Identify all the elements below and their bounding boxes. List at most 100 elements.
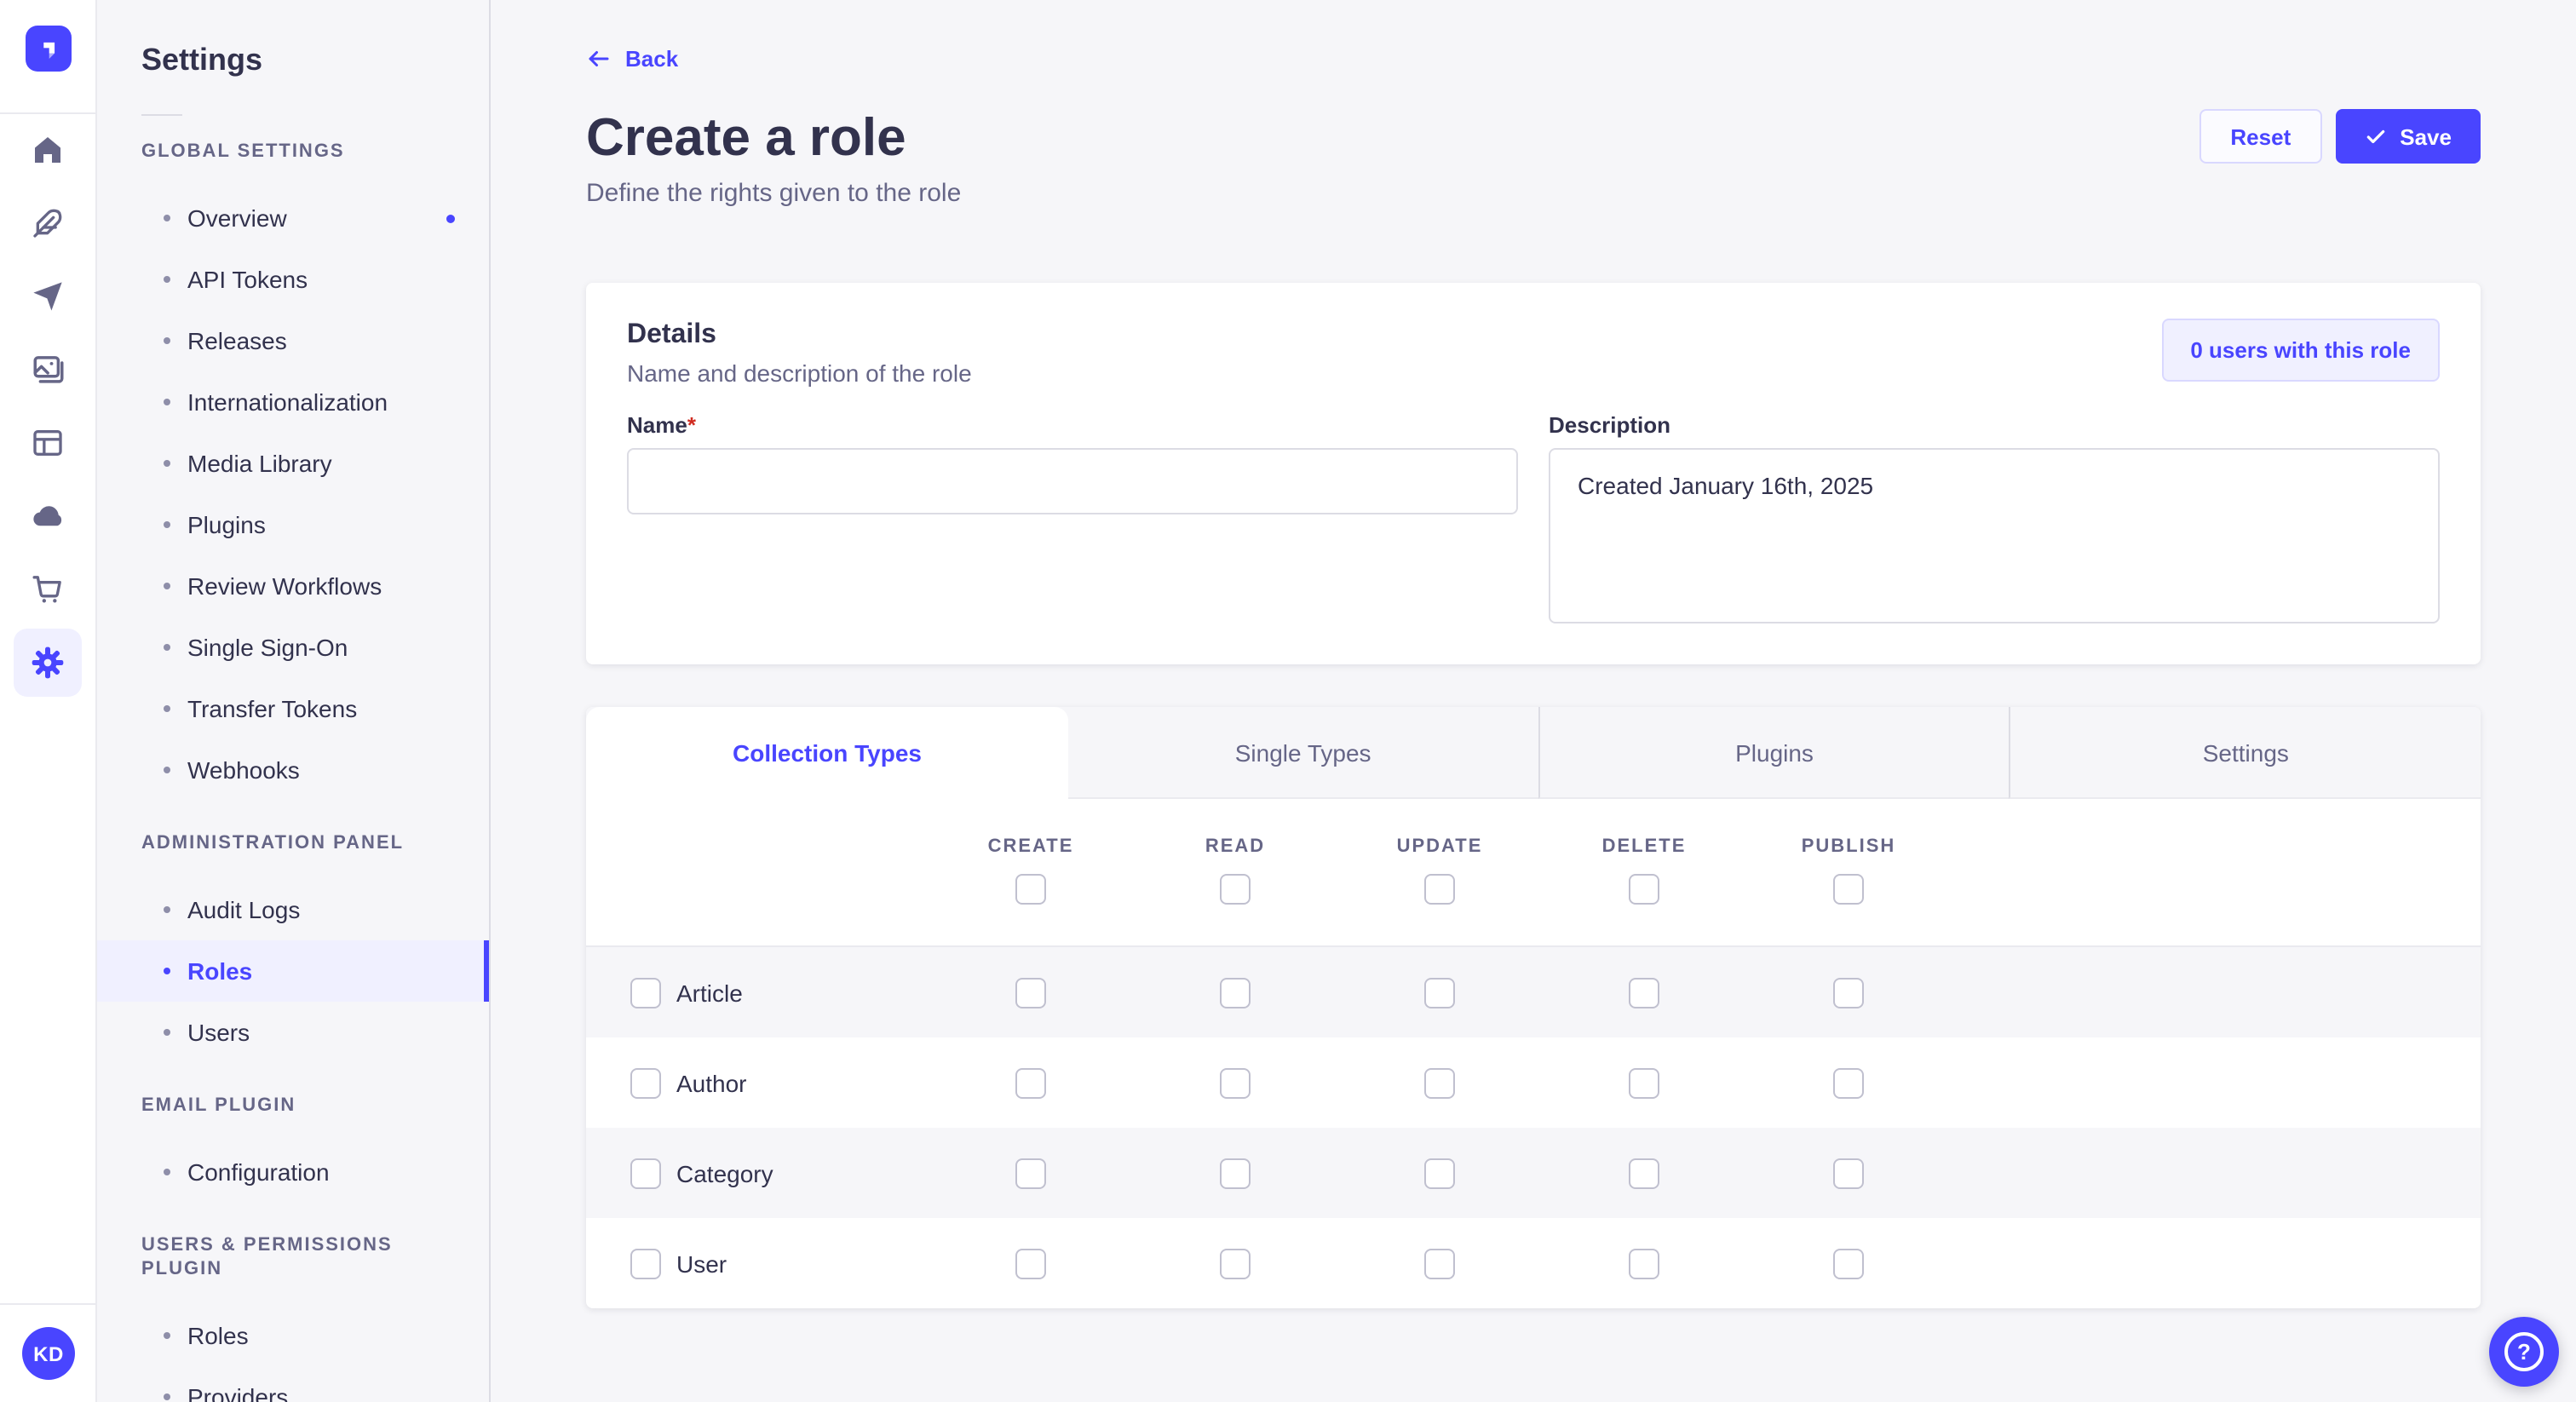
settings-rail-item[interactable] xyxy=(0,625,95,698)
category-read-checkbox[interactable] xyxy=(1220,1158,1251,1188)
select-all-read-checkbox[interactable] xyxy=(1220,874,1251,905)
bullet-icon xyxy=(164,767,170,773)
icon-rail: KD xyxy=(0,0,97,1402)
sidebar-item-plugins[interactable]: Plugins xyxy=(141,494,462,555)
author-delete-checkbox[interactable] xyxy=(1629,1067,1659,1098)
sidebar-item-releases[interactable]: Releases xyxy=(141,310,462,371)
sidebar-item-single-sign-on[interactable]: Single Sign-On xyxy=(141,617,462,678)
app-window: KD Settings GLOBAL SETTINGS Overview API… xyxy=(0,0,2576,1402)
sidebar-item-roles-admin[interactable]: Roles xyxy=(97,940,489,1002)
sidebar-item-api-tokens[interactable]: API Tokens xyxy=(141,249,462,310)
rail-nav xyxy=(0,112,95,698)
sidebar-list-admin: Audit Logs Roles Users xyxy=(141,879,462,1063)
home-icon[interactable] xyxy=(0,112,95,186)
details-title: Details xyxy=(627,319,972,353)
settings-active-background xyxy=(14,628,82,696)
row-select-checkbox[interactable] xyxy=(630,1248,661,1278)
author-create-checkbox[interactable] xyxy=(1015,1067,1046,1098)
description-field-group: Description Created January 16th, 2025 xyxy=(1549,412,2440,623)
sidebar-item-users[interactable]: Users xyxy=(141,1002,462,1063)
permissions-table-body: Article Author xyxy=(586,947,2481,1308)
tab-collection-types[interactable]: Collection Types xyxy=(586,707,1068,799)
help-button[interactable]: ? xyxy=(2489,1317,2559,1387)
user-read-checkbox[interactable] xyxy=(1220,1248,1251,1278)
cloud-icon[interactable] xyxy=(0,479,95,552)
category-publish-checkbox[interactable] xyxy=(1833,1158,1864,1188)
select-all-update-checkbox[interactable] xyxy=(1424,874,1455,905)
column-update: Update xyxy=(1397,836,1483,857)
select-all-create-checkbox[interactable] xyxy=(1015,874,1046,905)
select-all-publish-checkbox[interactable] xyxy=(1833,874,1864,905)
sidebar-item-configuration[interactable]: Configuration xyxy=(141,1141,462,1203)
sidebar-list-users-permissions: Roles Providers xyxy=(141,1305,462,1402)
section-label-global-settings: GLOBAL SETTINGS xyxy=(141,140,462,164)
author-update-checkbox[interactable] xyxy=(1424,1067,1455,1098)
sidebar-item-transfer-tokens[interactable]: Transfer Tokens xyxy=(141,678,462,739)
article-publish-checkbox[interactable] xyxy=(1833,977,1864,1008)
author-read-checkbox[interactable] xyxy=(1220,1067,1251,1098)
row-select-checkbox[interactable] xyxy=(630,1067,661,1098)
avatar[interactable]: KD xyxy=(22,1327,75,1380)
article-update-checkbox[interactable] xyxy=(1424,977,1455,1008)
description-textarea[interactable]: Created January 16th, 2025 xyxy=(1549,448,2440,623)
row-label: Category xyxy=(676,1159,773,1187)
tab-plugins[interactable]: Plugins xyxy=(1538,707,2009,799)
layout-icon[interactable] xyxy=(0,405,95,479)
cart-icon[interactable] xyxy=(0,552,95,625)
check-icon xyxy=(2364,125,2386,147)
tab-settings[interactable]: Settings xyxy=(2010,707,2481,799)
row-select-checkbox[interactable] xyxy=(630,977,661,1008)
row-label: Author xyxy=(676,1069,747,1096)
bullet-icon xyxy=(164,1393,170,1400)
name-input[interactable] xyxy=(627,448,1518,514)
permissions-card: Collection Types Single Types Plugins Se… xyxy=(586,707,2481,1308)
sidebar-item-media-library[interactable]: Media Library xyxy=(141,433,462,494)
section-label-administration-panel: ADMINISTRATION PANEL xyxy=(141,831,462,855)
bullet-icon xyxy=(164,337,170,344)
required-asterisk: * xyxy=(687,412,696,438)
tab-single-types[interactable]: Single Types xyxy=(1068,707,1538,799)
column-labels-row: Create Read Update Delete Publish xyxy=(586,836,2481,857)
article-read-checkbox[interactable] xyxy=(1220,977,1251,1008)
author-publish-checkbox[interactable] xyxy=(1833,1067,1864,1098)
sidebar-item-audit-logs[interactable]: Audit Logs xyxy=(141,879,462,940)
user-delete-checkbox[interactable] xyxy=(1629,1248,1659,1278)
feather-icon[interactable] xyxy=(0,186,95,259)
table-row-article: Article xyxy=(586,947,2481,1037)
back-label: Back xyxy=(625,46,678,72)
settings-sidebar: Settings GLOBAL SETTINGS Overview API To… xyxy=(97,0,491,1402)
save-button[interactable]: Save xyxy=(2335,109,2481,164)
sidebar-item-webhooks[interactable]: Webhooks xyxy=(141,739,462,801)
article-create-checkbox[interactable] xyxy=(1015,977,1046,1008)
table-row-author: Author xyxy=(586,1037,2481,1128)
category-create-checkbox[interactable] xyxy=(1015,1158,1046,1188)
back-link[interactable]: Back xyxy=(586,46,678,72)
strapi-logo[interactable] xyxy=(26,26,72,72)
sidebar-item-roles-up[interactable]: Roles xyxy=(141,1305,462,1366)
select-all-delete-checkbox[interactable] xyxy=(1629,874,1659,905)
sidebar-item-internationalization[interactable]: Internationalization xyxy=(141,371,462,433)
category-delete-checkbox[interactable] xyxy=(1629,1158,1659,1188)
permissions-tabs: Collection Types Single Types Plugins Se… xyxy=(586,707,2481,799)
bullet-icon xyxy=(164,1029,170,1036)
user-publish-checkbox[interactable] xyxy=(1833,1248,1864,1278)
user-create-checkbox[interactable] xyxy=(1015,1248,1046,1278)
images-icon[interactable] xyxy=(0,332,95,405)
row-label: User xyxy=(676,1250,727,1277)
section-label-email-plugin: EMAIL PLUGIN xyxy=(141,1094,462,1118)
paper-plane-icon[interactable] xyxy=(0,259,95,332)
header-actions: Reset Save xyxy=(2199,109,2481,164)
user-update-checkbox[interactable] xyxy=(1424,1248,1455,1278)
article-delete-checkbox[interactable] xyxy=(1629,977,1659,1008)
sidebar-title: Settings xyxy=(141,0,462,78)
sidebar-item-providers[interactable]: Providers xyxy=(141,1366,462,1402)
sidebar-item-review-workflows[interactable]: Review Workflows xyxy=(141,555,462,617)
sidebar-item-overview[interactable]: Overview xyxy=(141,187,462,249)
section-label-users-permissions-plugin: USERS & PERMISSIONS PLUGIN xyxy=(141,1233,462,1281)
row-select-checkbox[interactable] xyxy=(630,1158,661,1188)
users-with-role-button[interactable]: 0 users with this role xyxy=(2161,319,2440,382)
reset-button[interactable]: Reset xyxy=(2199,109,2321,164)
save-label: Save xyxy=(2400,124,2452,149)
category-update-checkbox[interactable] xyxy=(1424,1158,1455,1188)
main-content: Back Create a role Reset Save Define the… xyxy=(491,0,2576,1402)
